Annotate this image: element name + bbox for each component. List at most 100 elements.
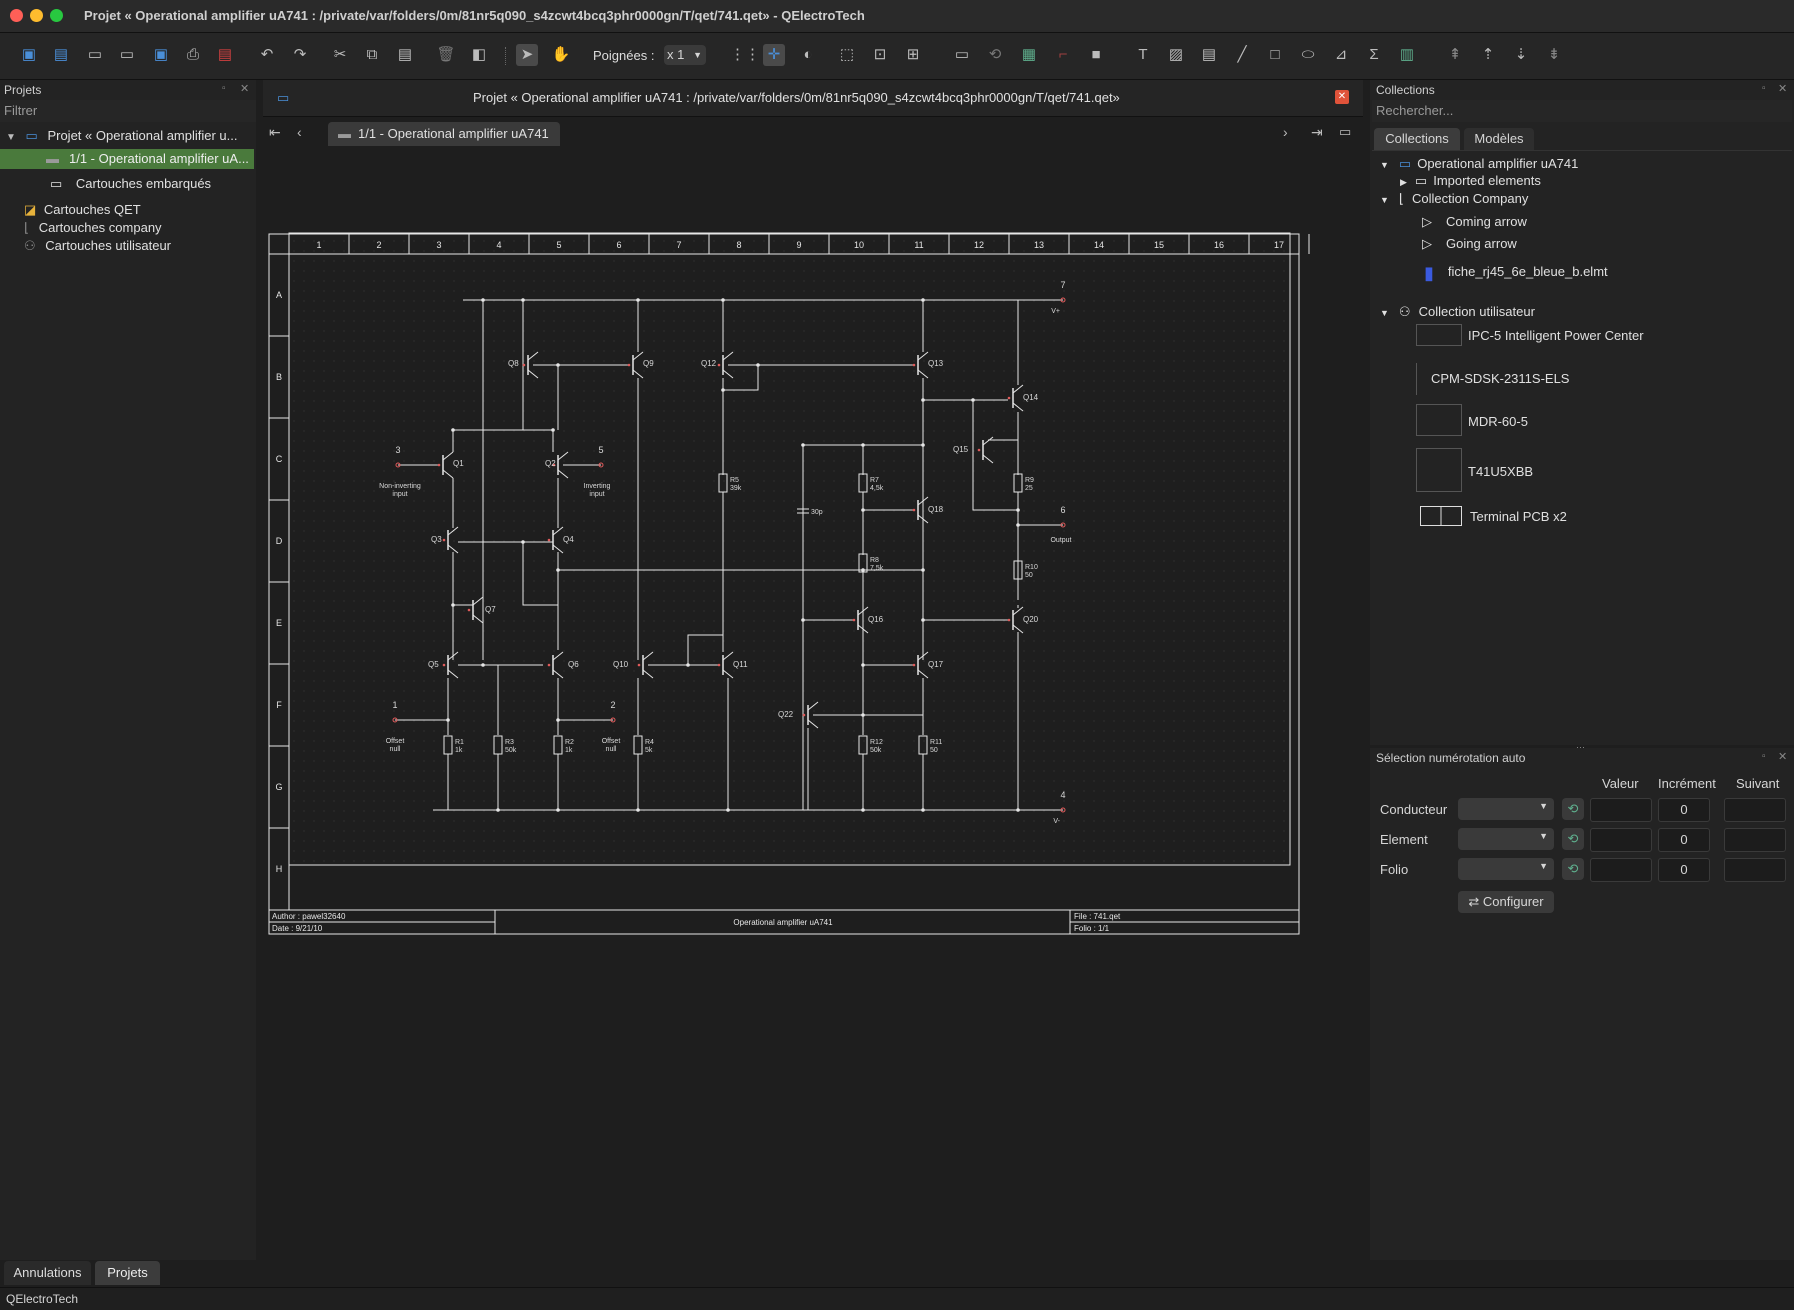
tab-collections[interactable]: Collections bbox=[1374, 128, 1460, 150]
select-all-icon[interactable]: ⬚ bbox=[836, 44, 858, 66]
save-as-icon[interactable]: ▭ bbox=[116, 44, 138, 66]
handles-select[interactable]: x 1 ▼ bbox=[664, 45, 706, 65]
tree-coming-arrow[interactable]: ▷ Coming arrow bbox=[1422, 214, 1527, 230]
text-icon[interactable]: T bbox=[1132, 44, 1154, 66]
element-refresh-icon[interactable]: ⟲ bbox=[1562, 828, 1584, 850]
folio-next-field[interactable] bbox=[1724, 858, 1786, 882]
open-project-icon[interactable]: ▤ bbox=[50, 44, 72, 66]
close-project-icon[interactable]: ✕ bbox=[1335, 90, 1349, 104]
close-icon[interactable]: ✕ bbox=[1778, 750, 1787, 763]
float-icon[interactable]: ▫ bbox=[1762, 83, 1766, 94]
export-pdf-icon[interactable]: ▤ bbox=[214, 44, 236, 66]
tree-user[interactable]: ▼ ⚇ Collection utilisateur bbox=[1380, 304, 1535, 320]
paste-icon[interactable]: ▤ bbox=[394, 44, 416, 66]
save-icon[interactable]: ▭ bbox=[84, 44, 106, 66]
element-value-field[interactable] bbox=[1590, 828, 1652, 852]
line-icon[interactable]: ╱ bbox=[1231, 44, 1253, 66]
tree-qet-titleblocks[interactable]: ◪ Cartouches QET bbox=[24, 202, 141, 218]
grid-icon[interactable]: ⋮⋮ bbox=[730, 44, 760, 66]
tree-going-arrow[interactable]: ▷ Going arrow bbox=[1422, 236, 1517, 252]
rectangle-icon[interactable]: □ bbox=[1264, 44, 1286, 66]
color-icon[interactable]: ■ bbox=[1085, 44, 1107, 66]
image-icon[interactable]: ▨ bbox=[1165, 44, 1187, 66]
last-folio-icon[interactable]: ⇥ bbox=[1311, 124, 1323, 141]
tree-company[interactable]: ▼ ⌊ Collection Company bbox=[1380, 191, 1528, 207]
conductor-value-field[interactable] bbox=[1590, 798, 1652, 822]
filter-input[interactable]: Filtrer bbox=[0, 100, 256, 122]
tree-t41[interactable]: T41U5XBB bbox=[1416, 448, 1533, 495]
collections-search[interactable]: Rechercher... bbox=[1372, 100, 1792, 122]
close-icon[interactable]: ✕ bbox=[240, 82, 249, 95]
numbering-icon[interactable]: ▦ bbox=[1018, 44, 1040, 66]
next-folio-icon[interactable]: › bbox=[1283, 124, 1288, 140]
float-icon[interactable]: ▫ bbox=[222, 83, 226, 94]
previous-folio-icon[interactable]: ‹ bbox=[297, 124, 302, 140]
conductor-icon[interactable]: ⟲ bbox=[984, 44, 1006, 66]
layer-up-icon[interactable]: ⇡ bbox=[1477, 44, 1499, 66]
wire-icon[interactable]: ⌐ bbox=[1052, 44, 1074, 66]
terminal-strip-icon[interactable]: ▥ bbox=[1396, 44, 1418, 66]
tree-cpm[interactable]: CPM-SDSK-2311S-ELS bbox=[1416, 363, 1569, 398]
zoom-fit-icon[interactable]: ⊡ bbox=[869, 44, 891, 66]
layer-bottom-icon[interactable]: ⇟ bbox=[1543, 44, 1565, 66]
terminal-icon[interactable]: Σ bbox=[1363, 44, 1385, 66]
cut-icon[interactable]: ✂ bbox=[329, 44, 351, 66]
delete-icon[interactable]: 🗑 bbox=[435, 44, 457, 66]
folio-increment[interactable]: 0 bbox=[1658, 858, 1710, 882]
print-icon[interactable]: ⎙ bbox=[182, 44, 204, 66]
label-r3v: 50k bbox=[505, 747, 517, 754]
conductor-increment[interactable]: 0 bbox=[1658, 798, 1710, 822]
folio-value-field[interactable] bbox=[1590, 858, 1652, 882]
properties-icon[interactable]: ▭ bbox=[951, 44, 973, 66]
layer-down-icon[interactable]: ⇣ bbox=[1510, 44, 1532, 66]
conductor-combo[interactable]: ▼ bbox=[1458, 798, 1554, 820]
configure-button[interactable]: ⇄ Configurer bbox=[1458, 891, 1554, 913]
rotate-icon[interactable]: ◧ bbox=[468, 44, 490, 66]
hand-tool-icon[interactable]: ✋ bbox=[550, 44, 572, 66]
polygon-icon[interactable]: ⊿ bbox=[1330, 44, 1352, 66]
tab-annulations[interactable]: Annulations bbox=[4, 1261, 91, 1285]
tree-mdr[interactable]: MDR-60-5 bbox=[1416, 404, 1528, 439]
new-project-icon[interactable]: ▣ bbox=[18, 44, 40, 66]
float-icon[interactable]: ▫ bbox=[1762, 751, 1766, 762]
element-next-field[interactable] bbox=[1724, 828, 1786, 852]
splitter-handle[interactable]: ⋯ bbox=[1576, 742, 1585, 753]
ellipse-icon[interactable]: ⬭ bbox=[1297, 44, 1319, 66]
tree-collection-project[interactable]: ▼ ▭ Operational amplifier uA741 bbox=[1380, 156, 1578, 172]
close-icon[interactable]: ✕ bbox=[1778, 82, 1787, 95]
tree-user-titleblocks[interactable]: ⚇ Cartouches utilisateur bbox=[24, 238, 171, 254]
tree-imported[interactable]: ▶ ▭ Imported elements bbox=[1400, 173, 1541, 189]
schematic-canvas[interactable]: 1 2 3 4 5 6 7 8 9 10 11 12 13 14 15 16 17 ABCDEFGH 7V+4V… bbox=[263, 150, 1363, 1250]
folio-refresh-icon[interactable]: ⟲ bbox=[1562, 858, 1584, 880]
pdf-icon[interactable]: ▤ bbox=[1198, 44, 1220, 66]
element-increment[interactable]: 0 bbox=[1658, 828, 1710, 852]
layer-top-icon[interactable]: ⇞ bbox=[1444, 44, 1466, 66]
close-project-icon[interactable]: ▣ bbox=[150, 44, 172, 66]
folio-tab[interactable]: ▬ 1/1 - Operational amplifier uA741 bbox=[328, 122, 560, 146]
minimize-window-button[interactable] bbox=[30, 9, 43, 22]
copy-icon[interactable]: ⧉ bbox=[361, 44, 383, 66]
tree-project[interactable]: ▼ ▭ Projet « Operational amplifier u... bbox=[6, 128, 238, 144]
theme-icon[interactable]: ◐ bbox=[797, 44, 819, 66]
close-window-button[interactable] bbox=[10, 9, 23, 22]
element-combo[interactable]: ▼ bbox=[1458, 828, 1554, 850]
snap-icon[interactable]: ✛ bbox=[763, 44, 785, 66]
folio-menu-icon[interactable]: ▭ bbox=[1339, 124, 1351, 140]
first-folio-icon[interactable]: ⇤ bbox=[269, 124, 281, 141]
tree-company-titleblocks[interactable]: ⌊ Cartouches company bbox=[24, 220, 162, 236]
tree-folio[interactable]: ▬ 1/1 - Operational amplifier uA... bbox=[0, 149, 254, 169]
select-tool-icon[interactable]: ➤ bbox=[516, 44, 538, 66]
redo-icon[interactable]: ↷ bbox=[289, 44, 311, 66]
conductor-refresh-icon[interactable]: ⟲ bbox=[1562, 798, 1584, 820]
tab-models[interactable]: Modèles bbox=[1464, 128, 1534, 150]
tree-rj45[interactable]: ▮ fiche_rj45_6e_bleue_b.elmt bbox=[1424, 263, 1608, 284]
folio-combo[interactable]: ▼ bbox=[1458, 858, 1554, 880]
tree-ipc[interactable]: IPC-5 Intelligent Power Center bbox=[1416, 324, 1644, 349]
zoom-window-button[interactable] bbox=[50, 9, 63, 22]
conductor-next-field[interactable] bbox=[1724, 798, 1786, 822]
undo-icon[interactable]: ↶ bbox=[256, 44, 278, 66]
tree-embedded-titleblocks[interactable]: ▭ Cartouches embarqués bbox=[50, 176, 211, 192]
tab-projets[interactable]: Projets bbox=[95, 1261, 160, 1285]
tree-terminal[interactable]: Terminal PCB x2 bbox=[1420, 506, 1567, 529]
zoom-reset-icon[interactable]: ⊞ bbox=[902, 44, 924, 66]
